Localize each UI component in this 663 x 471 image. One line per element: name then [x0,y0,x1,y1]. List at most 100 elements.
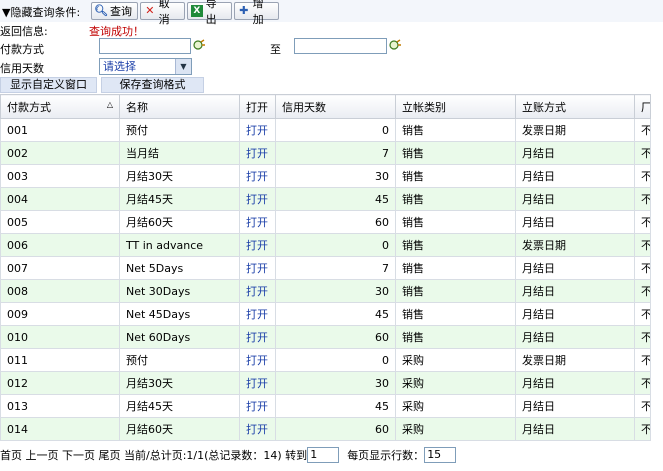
cell-extra: 不 [634,302,651,326]
cell-method: 月结日 [515,187,635,211]
open-link[interactable]: 打开 [239,394,276,418]
table-row[interactable]: 009Net 45Days打开45销售月结日不 [0,302,651,326]
cell-credit-days: 60 [275,417,396,441]
cell-code: 005 [0,210,120,234]
open-link[interactable]: 打开 [239,325,276,349]
table-row[interactable]: 005月结60天打开60销售月结日不 [0,210,651,234]
column-header-account-method[interactable]: 立账方式 [515,94,635,119]
pagination-nav[interactable]: 首页 上一页 下一页 尾页 当前/总计页:1/1(总记录数：14) 转到 [0,447,307,463]
payment-method-from-input[interactable] [99,38,191,54]
cell-category: 销售 [395,302,516,326]
open-link[interactable]: 打开 [239,187,276,211]
open-link[interactable]: 打开 [239,417,276,441]
cancel-button[interactable]: ✕ 取消 [140,0,185,26]
cell-code: 001 [0,118,120,142]
cell-code: 011 [0,348,120,372]
sort-ascending-icon: △ [106,99,113,109]
goto-page-input[interactable]: 1 [307,447,340,463]
table-row[interactable]: 013月结45天打开45采购月结日不 [0,394,651,418]
cell-code: 010 [0,325,120,349]
column-header-name[interactable]: 名称 [119,94,240,119]
cell-name: 月结30天 [119,164,240,188]
table-row[interactable]: 012月结30天打开30采购月结日不 [0,371,651,395]
cell-name: 月结45天 [119,394,240,418]
credit-days-label: 信用天数 [0,62,44,75]
table-row[interactable]: 002当月结打开7销售月结日不 [0,141,651,165]
cell-name: Net 30Days [119,279,240,303]
cell-category: 采购 [395,371,516,395]
cell-extra: 不 [634,371,651,395]
result-line: 返回信息: 查询成功！ [0,23,144,39]
column-header-account-category[interactable]: 立帐类别 [395,94,516,119]
column-header-credit-days[interactable]: 信用天数 [275,94,396,119]
cell-code: 006 [0,233,120,257]
show-custom-window-button[interactable]: 显示自定义窗口 [0,77,97,93]
cell-method: 月结日 [515,371,635,395]
cell-category: 销售 [395,256,516,280]
cell-credit-days: 45 [275,187,396,211]
cell-extra: 不 [634,256,651,280]
query-button[interactable]: 🔍︎ 查询 [91,2,138,20]
cell-name: 月结45天 [119,187,240,211]
add-button[interactable]: ✚ 增加 [234,0,279,26]
lookup-to-icon[interactable] [389,39,401,51]
table-header-row: 付款方式△ 名称 打开 信用天数 立帐类别 立账方式 厂 [0,94,651,119]
chevron-down-icon[interactable]: ▼ [175,59,191,74]
table-row[interactable]: 008Net 30Days打开30销售月结日不 [0,279,651,303]
cell-code: 004 [0,187,120,211]
cell-method: 月结日 [515,210,635,234]
cell-method: 发票日期 [515,233,635,257]
cell-name: TT in advance [119,233,240,257]
cell-code: 008 [0,279,120,303]
open-link[interactable]: 打开 [239,348,276,372]
cell-extra: 不 [634,164,651,188]
open-link[interactable]: 打开 [239,233,276,257]
cell-category: 销售 [395,233,516,257]
range-to-label: 至 [270,43,281,56]
result-label: 返回信息: [0,25,48,38]
cell-category: 销售 [395,210,516,234]
cell-name: 月结30天 [119,371,240,395]
credit-days-select[interactable]: 请选择 ▼ [99,58,192,75]
cell-credit-days: 0 [275,118,396,142]
open-link[interactable]: 打开 [239,118,276,142]
cell-code: 003 [0,164,120,188]
open-link[interactable]: 打开 [239,279,276,303]
table-row[interactable]: 001预付打开0销售发票日期不 [0,118,651,142]
cell-credit-days: 0 [275,233,396,257]
open-link[interactable]: 打开 [239,302,276,326]
table-row[interactable]: 004月结45天打开45销售月结日不 [0,187,651,211]
open-link[interactable]: 打开 [239,164,276,188]
payment-method-label: 付款方式 [0,43,44,56]
export-button[interactable]: X 导出 [187,0,232,26]
cell-credit-days: 0 [275,348,396,372]
column-header-extra[interactable]: 厂 [634,94,651,119]
lookup-from-icon[interactable] [193,39,205,51]
cell-extra: 不 [634,348,651,372]
column-header-payment-method[interactable]: 付款方式 △ [0,94,120,119]
open-link[interactable]: 打开 [239,141,276,165]
cell-credit-days: 60 [275,325,396,349]
table-row[interactable]: 003月结30天打开30销售月结日不 [0,164,651,188]
payment-method-to-input[interactable] [294,38,387,54]
cell-method: 月结日 [515,141,635,165]
open-link[interactable]: 打开 [239,256,276,280]
column-header-open[interactable]: 打开 [239,94,276,119]
export-button-label: 导出 [205,0,217,26]
result-message: 查询成功！ [89,25,144,38]
table-row[interactable]: 014月结60天打开60采购月结日不 [0,417,651,441]
save-query-format-button[interactable]: 保存查询格式 [101,77,204,93]
query-toolbar: ▼隐藏查询条件: 🔍︎ 查询 ✕ 取消 X 导出 ✚ 增加 [0,0,663,26]
table-row[interactable]: 006TT in advance打开0销售发票日期不 [0,233,651,257]
table-row[interactable]: 010Net 60Days打开60销售月结日不 [0,325,651,349]
table-row[interactable]: 007Net 5Days打开7销售月结日不 [0,256,651,280]
open-link[interactable]: 打开 [239,371,276,395]
table-row[interactable]: 011预付打开0采购发票日期不 [0,348,651,372]
open-link[interactable]: 打开 [239,210,276,234]
rows-per-page-input[interactable]: 15 [424,447,457,463]
toggle-query-conditions[interactable]: ▼隐藏查询条件: [2,4,80,20]
cell-extra: 不 [634,210,651,234]
query-button-label: 查询 [110,5,132,18]
pagination-bar: 首页 上一页 下一页 尾页 当前/总计页:1/1(总记录数：14) 转到 1 每… [0,447,457,463]
rows-per-page-label: 每页显示行数： [347,449,425,462]
